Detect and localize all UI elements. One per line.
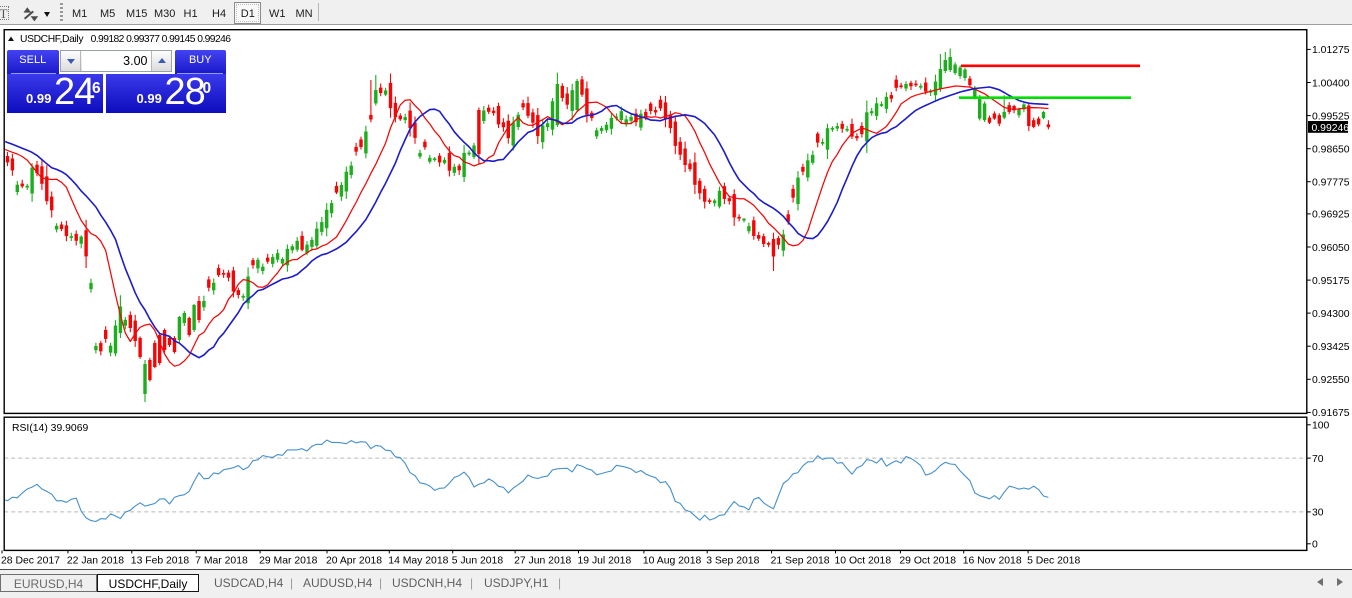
svg-text:0.95175: 0.95175 bbox=[1312, 276, 1350, 287]
svg-text:0.98650: 0.98650 bbox=[1312, 145, 1350, 156]
svg-text:70: 70 bbox=[1312, 454, 1324, 465]
svg-text:20 Apr 2018: 20 Apr 2018 bbox=[326, 556, 382, 567]
svg-text:0.99525: 0.99525 bbox=[1312, 111, 1350, 122]
svg-text:5 Dec 2018: 5 Dec 2018 bbox=[1027, 556, 1080, 567]
svg-text:7 Mar 2018: 7 Mar 2018 bbox=[195, 556, 248, 567]
svg-text:0.99246: 0.99246 bbox=[1312, 123, 1350, 134]
svg-text:0.91675: 0.91675 bbox=[1312, 408, 1350, 419]
svg-text:0.97775: 0.97775 bbox=[1312, 178, 1350, 189]
svg-text:USDCHF,Daily: USDCHF,Daily bbox=[20, 34, 84, 45]
svg-text:29 Oct 2018: 29 Oct 2018 bbox=[899, 556, 956, 567]
svg-text:30: 30 bbox=[1312, 508, 1324, 519]
svg-text:0.99182 0.99377 0.99145 0.9924: 0.99182 0.99377 0.99145 0.99246 bbox=[91, 34, 232, 45]
svg-text:10 Aug 2018: 10 Aug 2018 bbox=[643, 556, 702, 567]
svg-text:16 Nov 2018: 16 Nov 2018 bbox=[963, 556, 1022, 567]
svg-text:0.93425: 0.93425 bbox=[1312, 342, 1350, 353]
svg-text:1.00400: 1.00400 bbox=[1312, 78, 1350, 89]
svg-text:27 Jun 2018: 27 Jun 2018 bbox=[514, 556, 571, 567]
svg-text:0.92550: 0.92550 bbox=[1312, 375, 1350, 386]
svg-text:0.96925: 0.96925 bbox=[1312, 210, 1350, 221]
svg-text:13 Feb 2018: 13 Feb 2018 bbox=[131, 556, 190, 567]
svg-text:0: 0 bbox=[1312, 540, 1318, 551]
svg-text:19 Jul 2018: 19 Jul 2018 bbox=[578, 556, 632, 567]
svg-text:0.96050: 0.96050 bbox=[1312, 243, 1350, 254]
svg-text:100: 100 bbox=[1312, 421, 1330, 432]
svg-text:3 Sep 2018: 3 Sep 2018 bbox=[706, 556, 759, 567]
svg-text:0.94300: 0.94300 bbox=[1312, 309, 1350, 320]
svg-text:21 Sep 2018: 21 Sep 2018 bbox=[771, 556, 830, 567]
svg-text:22 Jan 2018: 22 Jan 2018 bbox=[67, 556, 124, 567]
svg-text:10 Oct 2018: 10 Oct 2018 bbox=[835, 556, 892, 567]
svg-text:14 May 2018: 14 May 2018 bbox=[388, 556, 448, 567]
svg-text:RSI(14) 39.9069: RSI(14) 39.9069 bbox=[12, 423, 88, 434]
svg-text:29 Mar 2018: 29 Mar 2018 bbox=[259, 556, 318, 567]
svg-text:1.01275: 1.01275 bbox=[1312, 45, 1350, 56]
svg-text:5 Jun 2018: 5 Jun 2018 bbox=[452, 556, 504, 567]
svg-text:28 Dec 2017: 28 Dec 2017 bbox=[1, 556, 60, 567]
